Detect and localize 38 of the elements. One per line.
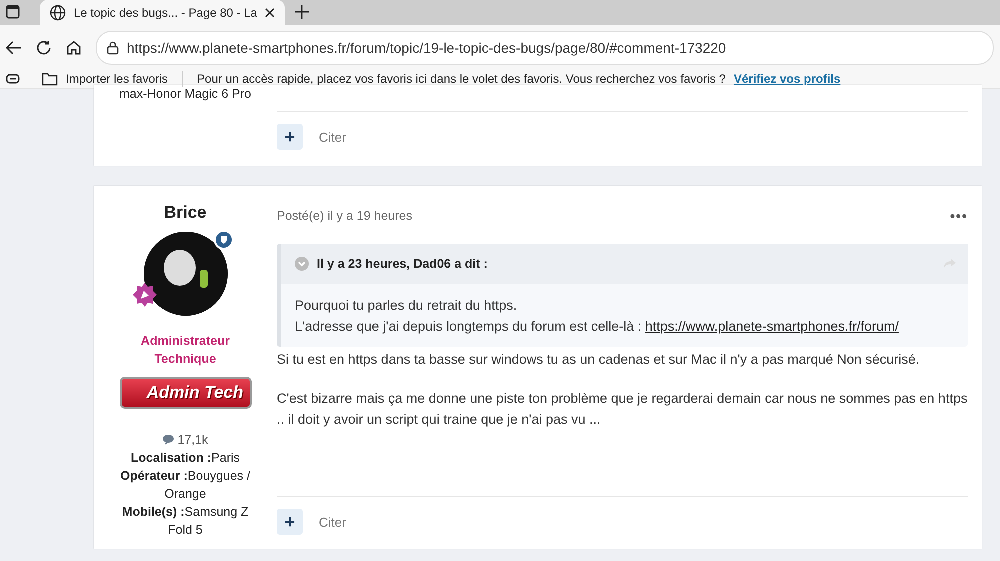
- post-date: Posté(e) il y a 19 heures: [277, 209, 412, 223]
- post-text: C'est bizarre mais ça me donne une piste ton problème que je regarderai demain car nous ne sommes pas en https .. il doit y avoir un script qui traine que je n'ai pas vu ...: [277, 390, 968, 429]
- admin-badge: Admin Tech: [120, 377, 252, 409]
- collections-icon[interactable]: [6, 74, 20, 84]
- author-info: max-Honor Magic 6 Pro: [120, 86, 252, 103]
- shield-icon: [214, 230, 234, 250]
- party-badge-icon: [132, 282, 158, 308]
- quote-text: Pourquoi tu parles du retrait du https.: [295, 297, 518, 315]
- user-role: Administrateur Technique: [140, 333, 231, 368]
- browser-tab[interactable]: Le topic des bugs... - Page 80 - La: [40, 0, 286, 25]
- quote-header: Il y a 23 heures, Dad06 a dit :: [317, 257, 489, 271]
- reload-icon[interactable]: [36, 40, 52, 56]
- new-tab-icon[interactable]: [295, 5, 310, 19]
- post-text: Si tu est en https dans ta basse sur windows tu as un cadenas et sur Mac il n'y a pas marqué Non sécurisé.: [277, 351, 921, 369]
- quote-text: L'adresse que j'ai depuis longtemps du forum est celle-là : https://www.planete-smartphones.fr/forum/: [295, 318, 900, 336]
- address-bar[interactable]: https://www.planete-smartphones.fr/forum/topic/19-le-topic-des-bugs/page/80/#comment-173220: [96, 30, 994, 64]
- close-icon[interactable]: [265, 8, 276, 18]
- add-quote-button[interactable]: +: [277, 509, 303, 535]
- profile-field: Mobile(s) :Samsung Z Fold 5: [110, 503, 260, 539]
- back-icon[interactable]: [6, 40, 22, 54]
- check-profiles-link[interactable]: Vérifiez vos profils: [734, 72, 841, 86]
- globe-icon: [50, 4, 66, 20]
- quote-button[interactable]: Citer: [319, 130, 346, 144]
- profile-field: Localisation :Paris: [110, 449, 260, 467]
- folder-icon: [42, 72, 58, 86]
- forum-link[interactable]: https://www.planete-smartphones.fr/forum/: [645, 319, 899, 334]
- author-name[interactable]: Brice: [164, 204, 207, 222]
- more-menu-button[interactable]: •••: [950, 208, 968, 224]
- comment-icon: [162, 435, 174, 445]
- home-icon[interactable]: [66, 40, 82, 56]
- add-quote-button[interactable]: +: [277, 124, 303, 150]
- post-count: 17,1k: [178, 432, 208, 449]
- import-favorites-link[interactable]: Importer les favoris: [66, 72, 168, 86]
- lock-icon: [107, 40, 119, 54]
- sidebar-toggle-icon[interactable]: [6, 5, 20, 19]
- quote-button[interactable]: Citer: [319, 514, 346, 530]
- profile-field: Opérateur :Bouygues / Orange: [110, 467, 260, 503]
- favorites-message: Pour un accès rapide, placez vos favoris ici dans le volet des favoris. Vous recherchez vos favoris ?: [197, 72, 726, 86]
